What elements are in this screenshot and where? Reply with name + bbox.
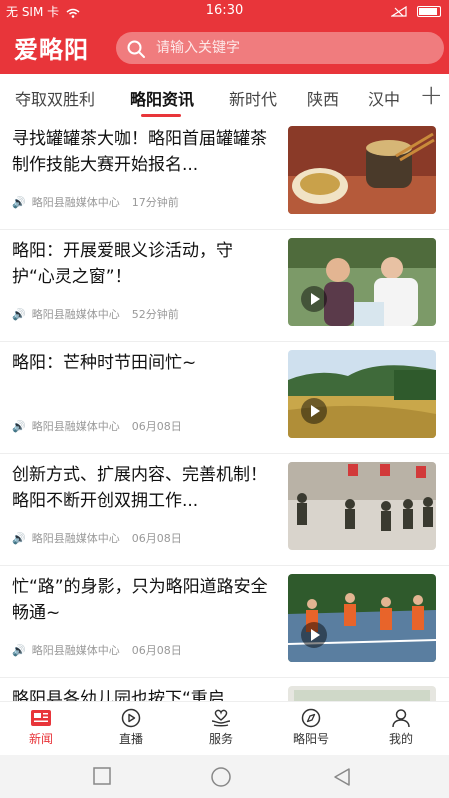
news-thumbnail xyxy=(288,126,436,214)
news-source: 略阳县融媒体中心 xyxy=(31,308,120,321)
nav-service-label: 服务 xyxy=(208,732,233,746)
news-item[interactable]: 寻找罐罐茶大咖！略阳首届罐罐茶制作技能大赛开始报名... 🔊 略阳县融媒体中心 17… xyxy=(0,118,449,230)
news-meta: 🔊 略阳县融媒体中心 17分钟前 xyxy=(12,194,179,210)
news-item[interactable]: 略阳：芒种时节田间忙~ 🔊 略阳县融媒体中心 06月08日 xyxy=(0,342,449,454)
news-thumbnail xyxy=(288,462,436,550)
speaker-icon[interactable]: 🔊 xyxy=(12,420,26,433)
news-thumbnail xyxy=(288,574,436,662)
app-header: 无 SIM 卡 16:30 爱略阳 xyxy=(0,0,449,74)
tab-channel-4[interactable]: 陕西 xyxy=(307,86,339,110)
search-bar[interactable] xyxy=(116,32,444,64)
news-meta: 🔊 略阳县融媒体中心 06月08日 xyxy=(12,530,182,546)
profile-icon xyxy=(392,709,410,728)
nav-lueyanghao-label: 略阳号 xyxy=(292,732,329,746)
news-title: 忙“路”的身影，只为略阳道路安全畅通~ xyxy=(12,577,268,623)
speaker-icon[interactable]: 🔊 xyxy=(12,532,26,545)
nav-news-label: 新闻 xyxy=(28,732,53,746)
play-icon[interactable] xyxy=(301,622,327,648)
news-item[interactable]: 创新方式、扩展内容、完善机制！略阳不断开创双拥工作... 🔊 略阳县融媒体中心 06… xyxy=(0,454,449,566)
news-meta: 🔊 略阳县融媒体中心 06月08日 xyxy=(12,642,182,658)
status-bar: 无 SIM 卡 16:30 xyxy=(0,0,449,22)
news-time: 06月08日 xyxy=(131,420,182,433)
status-time: 16:30 xyxy=(205,3,244,18)
home-icon[interactable] xyxy=(210,767,232,787)
news-time: 06月08日 xyxy=(131,532,182,545)
service-icon xyxy=(211,709,231,727)
nav-news[interactable]: 新闻 xyxy=(11,708,71,747)
channel-tabs: 夺取双胜利 略阳资讯 新时代 陕西 汉中 + xyxy=(0,74,449,118)
news-title: 略阳：开展爱眼义诊活动，守护“心灵之窗”！ xyxy=(12,241,233,287)
nav-profile[interactable]: 我的 xyxy=(371,708,431,747)
tab-channel-3[interactable]: 新时代 xyxy=(229,86,277,110)
speaker-icon[interactable]: 🔊 xyxy=(12,644,26,657)
search-input[interactable] xyxy=(156,32,426,64)
news-source: 略阳县融媒体中心 xyxy=(31,644,120,657)
speaker-icon[interactable]: 🔊 xyxy=(12,196,26,209)
recent-apps-icon[interactable] xyxy=(93,767,111,785)
news-title: 略阳县各幼儿园也按下“重启 xyxy=(12,689,225,701)
news-icon xyxy=(31,710,51,726)
news-thumbnail xyxy=(288,350,436,438)
back-icon[interactable] xyxy=(332,767,352,787)
news-meta: 🔊 略阳县融媒体中心 52分钟前 xyxy=(12,306,179,322)
news-title: 略阳：芒种时节田间忙~ xyxy=(12,353,197,373)
compass-icon xyxy=(301,708,321,728)
news-source: 略阳县融媒体中心 xyxy=(31,196,120,209)
tab-channel-2[interactable]: 略阳资讯 xyxy=(130,86,194,110)
app-logo: 爱略阳 xyxy=(14,35,89,64)
system-nav-bar xyxy=(0,755,449,798)
nav-profile-label: 我的 xyxy=(388,732,413,746)
live-icon xyxy=(121,708,141,728)
news-source: 略阳县融媒体中心 xyxy=(31,532,120,545)
news-title: 创新方式、扩展内容、完善机制！略阳不断开创双拥工作... xyxy=(12,465,267,511)
status-icons xyxy=(390,4,441,18)
news-time: 17分钟前 xyxy=(131,196,179,209)
news-item[interactable]: 略阳县各幼儿园也按下“重启 xyxy=(0,678,449,701)
news-item[interactable]: 忙“路”的身影，只为略阳道路安全畅通~ 🔊 略阳县融媒体中心 06月08日 xyxy=(0,566,449,678)
news-time: 06月08日 xyxy=(131,644,182,657)
play-icon[interactable] xyxy=(301,286,327,312)
news-time: 52分钟前 xyxy=(131,308,179,321)
nav-live[interactable]: 直播 xyxy=(101,708,161,747)
nav-live-label: 直播 xyxy=(118,732,143,746)
signal-off-icon xyxy=(390,5,407,17)
news-title: 寻找罐罐茶大咖！略阳首届罐罐茶制作技能大赛开始报名... xyxy=(12,129,267,175)
news-thumbnail xyxy=(288,686,436,701)
news-feed: 寻找罐罐茶大咖！略阳首届罐罐茶制作技能大赛开始报名... 🔊 略阳县融媒体中心 17… xyxy=(0,118,449,701)
play-icon[interactable] xyxy=(301,398,327,424)
nav-service[interactable]: 服务 xyxy=(191,708,251,747)
add-channel-icon[interactable]: + xyxy=(420,78,443,111)
search-icon xyxy=(127,40,145,58)
bottom-nav: 新闻 直播 服务 略阳号 我的 xyxy=(0,701,449,755)
news-meta: 🔊 略阳县融媒体中心 06月08日 xyxy=(12,418,182,434)
battery-icon xyxy=(417,6,441,17)
news-item[interactable]: 略阳：开展爱眼义诊活动，守护“心灵之窗”！ 🔊 略阳县融媒体中心 52分钟前 xyxy=(0,230,449,342)
tab-channel-5[interactable]: 汉中 xyxy=(368,86,400,110)
news-source: 略阳县融媒体中心 xyxy=(31,420,120,433)
speaker-icon[interactable]: 🔊 xyxy=(12,308,26,321)
nav-lueyanghao[interactable]: 略阳号 xyxy=(281,708,341,747)
news-thumbnail xyxy=(288,238,436,326)
tab-channel-1[interactable]: 夺取双胜利 xyxy=(15,86,95,110)
active-tab-indicator xyxy=(141,114,181,117)
